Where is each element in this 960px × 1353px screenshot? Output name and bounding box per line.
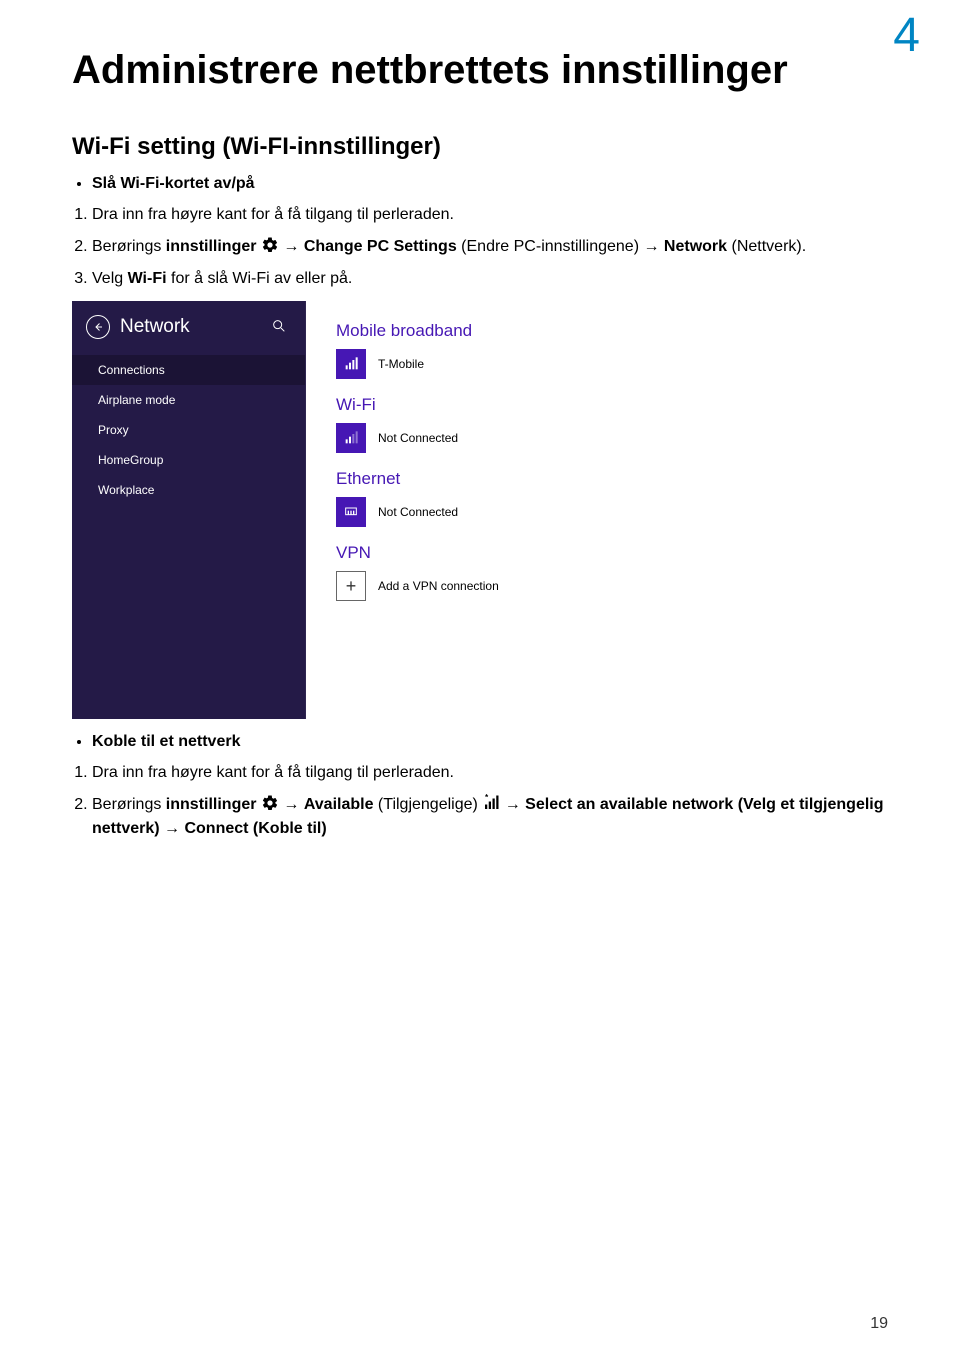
bullet-connect-network: Koble til et nettverk xyxy=(92,733,888,751)
screenshot-title: Network xyxy=(86,315,190,339)
step-1-2: Berørings innstillinger → Change PC Sett… xyxy=(92,235,888,259)
step-1-3: Velg Wi-Fi for å slå Wi-Fi av eller på. xyxy=(92,267,888,291)
nav-proxy[interactable]: Proxy xyxy=(72,415,305,445)
steps-list-2: Dra inn fra høyre kant for å få tilgang … xyxy=(72,761,888,841)
bullet-list-1: Slå Wi-Fi-kortet av/på xyxy=(72,175,888,193)
steps-list-1: Dra inn fra høyre kant for å få tilgang … xyxy=(72,203,888,291)
nav-airplane[interactable]: Airplane mode xyxy=(72,385,305,415)
wifi-icon xyxy=(336,423,366,453)
step-text: → xyxy=(279,238,304,255)
step-text: Connect (Koble til) xyxy=(184,820,326,837)
step-text: (Tilgjengelige) xyxy=(373,796,482,813)
screenshot-sidebar: Network Connections Airplane mode Proxy … xyxy=(72,301,306,719)
entry-label: Not Connected xyxy=(378,431,458,445)
chapter-number: 4 xyxy=(893,8,920,63)
gear-icon xyxy=(261,236,279,254)
nav-workplace[interactable]: Workplace xyxy=(72,475,305,505)
page-title: Administrere nettbrettets innstillinger xyxy=(72,48,888,93)
page-number: 19 xyxy=(870,1315,888,1333)
entry-tmobile[interactable]: T-Mobile xyxy=(336,349,692,379)
step-text: (Endre PC-innstillingene) → xyxy=(457,238,664,255)
step-text: Available xyxy=(304,796,374,813)
step-1-1: Dra inn fra høyre kant for å få tilgang … xyxy=(92,203,888,227)
entry-ethernet[interactable]: Not Connected xyxy=(336,497,692,527)
cat-mobile-broadband: Mobile broadband T-Mobile xyxy=(336,321,692,379)
cat-ethernet: Ethernet Not Connected xyxy=(336,469,692,527)
screenshot-title-text: Network xyxy=(120,316,190,338)
step-text: (Nettverk). xyxy=(727,238,806,255)
svg-text:*: * xyxy=(485,794,489,802)
page: 4 Administrere nettbrettets innstillinge… xyxy=(0,0,960,1353)
nav-homegroup[interactable]: HomeGroup xyxy=(72,445,305,475)
step-text: Berørings xyxy=(92,238,166,255)
plus-icon: + xyxy=(336,571,366,601)
screenshot-header: Network xyxy=(72,315,305,349)
step-text: → xyxy=(160,820,185,837)
step-text: innstillinger xyxy=(166,238,257,255)
cat-title: Wi-Fi xyxy=(336,395,692,415)
cat-title: Mobile broadband xyxy=(336,321,692,341)
bullet-list-2: Koble til et nettverk xyxy=(72,733,888,751)
signal-star-icon: * xyxy=(482,794,500,812)
entry-vpn-add[interactable]: + Add a VPN connection xyxy=(336,571,692,601)
cat-title: Ethernet xyxy=(336,469,692,489)
step-text: → xyxy=(500,796,525,813)
cat-wifi: Wi-Fi Not Connected xyxy=(336,395,692,453)
entry-label: T-Mobile xyxy=(378,357,424,371)
nav-connections[interactable]: Connections xyxy=(72,355,305,385)
step-2-1: Dra inn fra høyre kant for å få tilgang … xyxy=(92,761,888,785)
step-2-2: Berørings innstillinger → Available (Til… xyxy=(92,793,888,841)
screenshot-content: Mobile broadband T-Mobile Wi-Fi Not Conn… xyxy=(306,301,692,719)
signal-icon xyxy=(336,349,366,379)
step-text: Berørings xyxy=(92,796,166,813)
step-text: for å slå Wi-Fi av eller på. xyxy=(167,270,353,287)
entry-label: Add a VPN connection xyxy=(378,579,499,593)
step-text: → xyxy=(279,796,304,813)
entry-label: Not Connected xyxy=(378,505,458,519)
search-icon[interactable] xyxy=(271,318,287,337)
step-text: Velg xyxy=(92,270,128,287)
network-settings-screenshot: Network Connections Airplane mode Proxy … xyxy=(72,301,692,719)
back-icon[interactable] xyxy=(86,315,110,339)
ethernet-icon xyxy=(336,497,366,527)
step-text: Network xyxy=(664,238,727,255)
cat-title: VPN xyxy=(336,543,692,563)
cat-vpn: VPN + Add a VPN connection xyxy=(336,543,692,601)
step-text: Wi-Fi xyxy=(128,270,167,287)
step-text: Change PC Settings xyxy=(304,238,457,255)
gear-icon xyxy=(261,794,279,812)
bullet-wifi-toggle: Slå Wi-Fi-kortet av/på xyxy=(92,175,888,193)
entry-wifi[interactable]: Not Connected xyxy=(336,423,692,453)
step-text: innstillinger xyxy=(166,796,257,813)
section-wifi-title: Wi-Fi setting (Wi-FI-innstillinger) xyxy=(72,133,888,161)
screenshot-nav: Connections Airplane mode Proxy HomeGrou… xyxy=(72,355,305,505)
